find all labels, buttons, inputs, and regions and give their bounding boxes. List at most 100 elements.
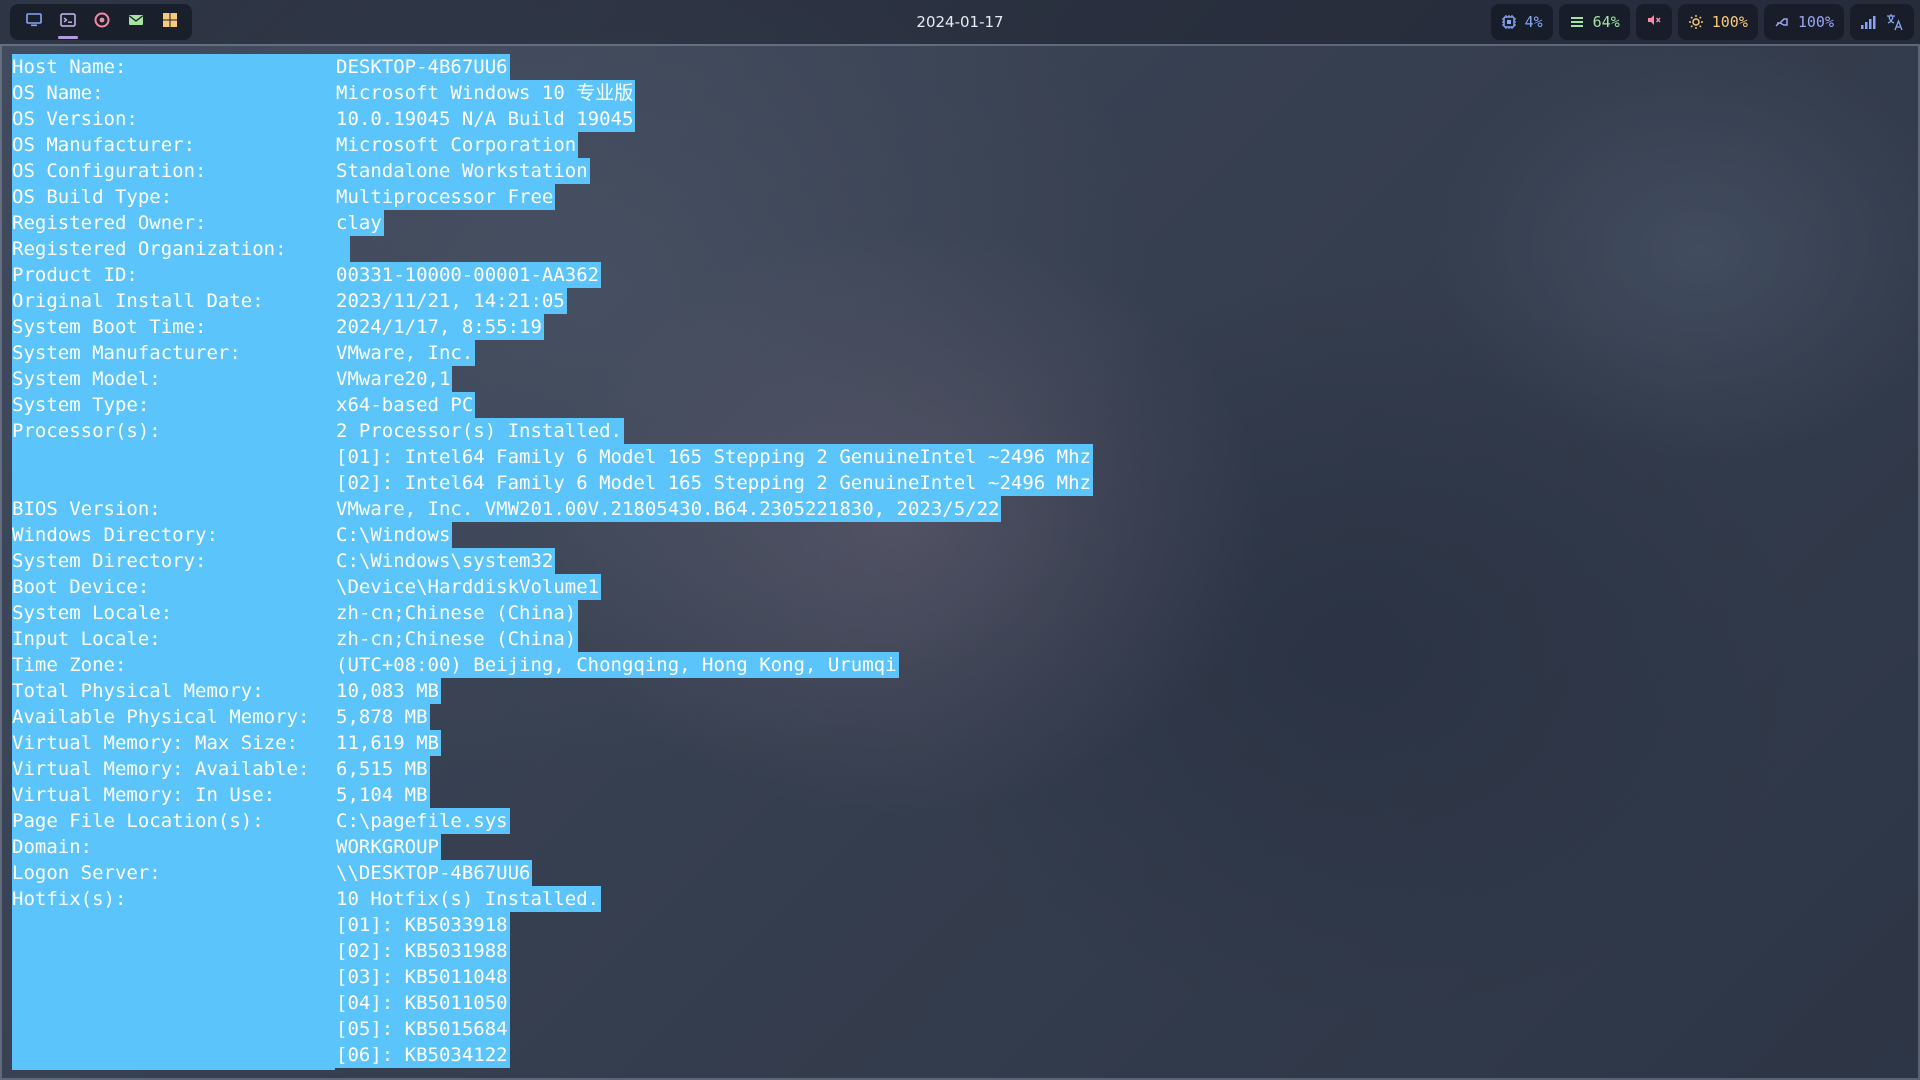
output-line: System Directory: C:\Windows\system32 (12, 548, 1093, 574)
property-value: 6,515 MB (336, 756, 430, 782)
property-label: Windows Directory: (12, 522, 336, 548)
chrome-icon (94, 12, 110, 32)
workspace-mail-button[interactable] (120, 7, 152, 37)
workspace-switcher (10, 4, 192, 40)
brightness-widget[interactable]: 100% (1677, 4, 1758, 40)
cpu-usage-value: 4% (1524, 13, 1543, 31)
property-label: Logon Server: (12, 860, 336, 886)
property-value: Microsoft Windows 10 专业版 (336, 80, 636, 106)
property-value: [06]: KB5034122 (336, 1042, 510, 1068)
output-line: OS Build Type: Multiprocessor Free (12, 184, 1093, 210)
property-value: 2 Processor(s) Installed. (336, 418, 624, 444)
property-value: [01]: Intel64 Family 6 Model 165 Steppin… (336, 444, 1093, 470)
property-label: Registered Owner: (12, 210, 336, 236)
property-value: Microsoft Corporation (336, 132, 579, 158)
property-label: Processor(s): (12, 418, 336, 444)
output-line: Time Zone: (UTC+08:00) Beijing, Chongqing… (12, 652, 1093, 678)
property-value: 10 Hotfix(s) Installed. (336, 886, 602, 912)
property-value: 2024/1/17, 8:55:19 (336, 314, 544, 340)
battery-value: 100% (1797, 13, 1834, 31)
property-value: x64-based PC (336, 392, 476, 418)
output-line: [02]: KB5031988 (12, 938, 1093, 964)
output-line: [02]: Intel64 Family 6 Model 165 Steppin… (12, 470, 1093, 496)
property-value: [01]: KB5033918 (336, 912, 510, 938)
brightness-icon (1688, 14, 1704, 30)
network-language-widget[interactable] (1850, 4, 1914, 40)
volume-muted-icon (1646, 12, 1662, 32)
workspace-chrome-button[interactable] (86, 7, 118, 37)
property-label (12, 444, 336, 470)
top-bar: 2024-01-17 4% 64% 100% 100% (0, 0, 1920, 44)
output-line: Logon Server: \\DESKTOP-4B67UU6 (12, 860, 1093, 886)
property-value: 5,104 MB (336, 782, 430, 808)
property-label: OS Configuration: (12, 158, 336, 184)
output-line: Windows Directory: C:\Windows (12, 522, 1093, 548)
property-value: 10,083 MB (336, 678, 441, 704)
terminal-output[interactable]: Host Name: DESKTOP-4B67UU6 OS Name: Microso… (12, 54, 1093, 1068)
output-line: BIOS Version: VMware, Inc. VMW201.00V.218… (12, 496, 1093, 522)
output-line: Available Physical Memory: 5,878 MB (12, 704, 1093, 730)
battery-widget[interactable]: 100% (1763, 4, 1844, 40)
output-line: Total Physical Memory: 10,083 MB (12, 678, 1093, 704)
property-value: [05]: KB5015684 (336, 1016, 510, 1042)
workspace-terminal-button[interactable] (52, 7, 84, 39)
property-label: OS Version: (12, 106, 336, 132)
output-line: Boot Device: \Device\HarddiskVolume1 (12, 574, 1093, 600)
output-line: OS Configuration: Standalone Workstation (12, 158, 1093, 184)
property-label: OS Name: (12, 80, 336, 106)
property-label: Registered Organization: (12, 236, 336, 262)
property-value: Multiprocessor Free (336, 184, 556, 210)
property-label: Virtual Memory: Max Size: (12, 730, 336, 756)
workspace-windows-button[interactable] (154, 7, 186, 37)
output-line: [04]: KB5011050 (12, 990, 1093, 1016)
output-line: Virtual Memory: Available: 6,515 MB (12, 756, 1093, 782)
output-line: Hotfix(s): 10 Hotfix(s) Installed. (12, 886, 1093, 912)
output-line: [03]: KB5011048 (12, 964, 1093, 990)
property-value: 5,878 MB (336, 704, 430, 730)
property-value: (UTC+08:00) Beijing, Chongqing, Hong Kon… (336, 652, 899, 678)
translate-icon (1886, 13, 1904, 31)
property-label: Domain: (12, 834, 336, 860)
terminal-window[interactable]: Host Name: DESKTOP-4B67UU6 OS Name: Microso… (0, 44, 1920, 1080)
output-line: System Type: x64-based PC (12, 392, 1093, 418)
memory-usage-widget[interactable]: 64% (1558, 4, 1630, 40)
output-line: Registered Owner: clay (12, 210, 1093, 236)
windows-icon (162, 12, 178, 32)
output-line: [01]: Intel64 Family 6 Model 165 Steppin… (12, 444, 1093, 470)
property-label (12, 912, 336, 938)
property-value: 10.0.19045 N/A Build 19045 (336, 106, 636, 132)
memory-usage-value: 64% (1592, 13, 1620, 31)
property-label: System Directory: (12, 548, 336, 574)
property-label: Virtual Memory: Available: (12, 756, 336, 782)
property-label (12, 964, 336, 990)
property-value: [02]: Intel64 Family 6 Model 165 Steppin… (336, 470, 1093, 496)
property-label (12, 470, 336, 496)
cpu-icon (1501, 14, 1517, 30)
output-line: [01]: KB5033918 (12, 912, 1093, 938)
output-line: Virtual Memory: Max Size: 11,619 MB (12, 730, 1093, 756)
property-label: Hotfix(s): (12, 886, 336, 912)
workspace-monitor-button[interactable] (18, 7, 50, 37)
property-label: Time Zone: (12, 652, 336, 678)
volume-widget[interactable] (1635, 4, 1672, 40)
status-area: 4% 64% 100% 100% (1490, 4, 1914, 40)
property-label: BIOS Version: (12, 496, 336, 522)
output-line: Original Install Date: 2023/11/21, 14:21:… (12, 288, 1093, 314)
property-label: System Locale: (12, 600, 336, 626)
property-label: OS Build Type: (12, 184, 336, 210)
property-value: \Device\HarddiskVolume1 (336, 574, 602, 600)
cpu-usage-widget[interactable]: 4% (1490, 4, 1553, 40)
property-label (12, 938, 336, 964)
property-label: Original Install Date: (12, 288, 336, 314)
property-value (336, 236, 350, 262)
property-value: VMware, Inc. VMW201.00V.21805430.B64.230… (336, 496, 1002, 522)
output-line: Input Locale: zh-cn;Chinese (China) (12, 626, 1093, 652)
terminal-icon (60, 12, 76, 32)
property-value: VMware20,1 (336, 366, 453, 392)
property-value: zh-cn;Chinese (China) (336, 626, 579, 652)
output-line: Page File Location(s): C:\pagefile.sys (12, 808, 1093, 834)
property-label: Virtual Memory: In Use: (12, 782, 336, 808)
property-label (12, 1042, 336, 1068)
output-line: OS Version: 10.0.19045 N/A Build 19045 (12, 106, 1093, 132)
output-line: System Boot Time: 2024/1/17, 8:55:19 (12, 314, 1093, 340)
